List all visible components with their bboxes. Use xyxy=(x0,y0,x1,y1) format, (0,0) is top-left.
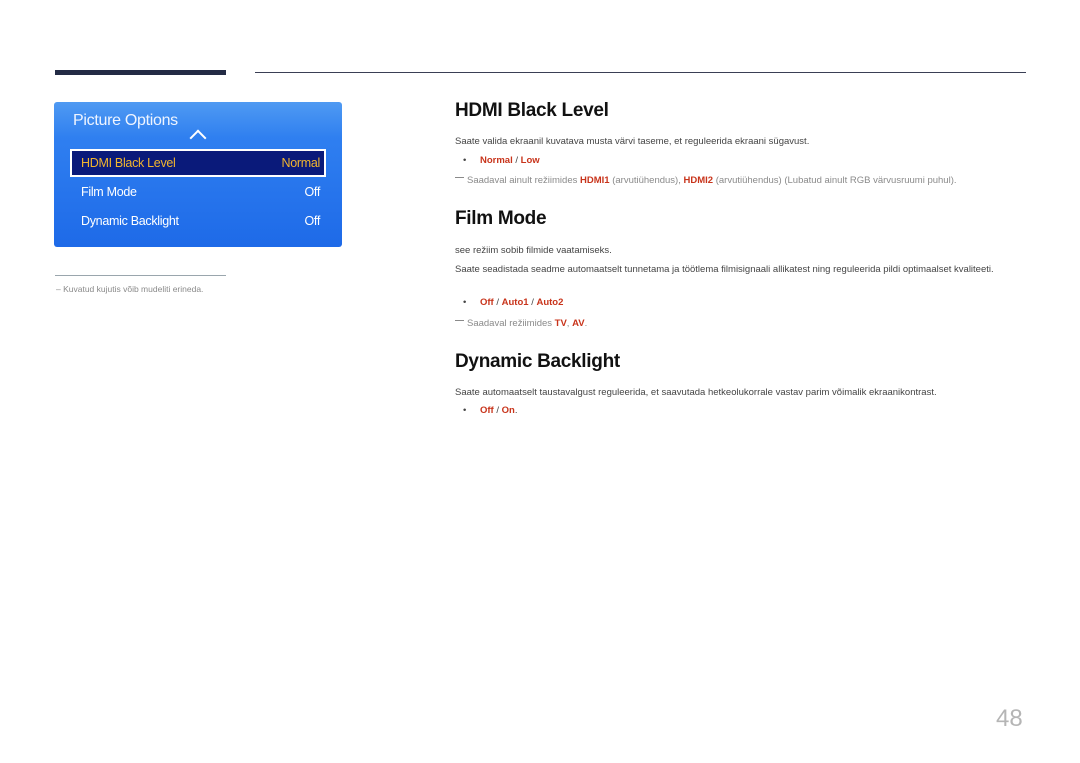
header-rule-thin xyxy=(255,72,1026,73)
section-title-hdmi-black-level: HDMI Black Level xyxy=(455,100,609,121)
menu-item-value: Off xyxy=(304,214,320,228)
film-options: • Off / Auto1 / Auto2 xyxy=(463,297,564,308)
hdmi-options: • Normal / Low xyxy=(463,155,540,166)
note-dash-icon xyxy=(455,320,464,321)
menu-item-film-mode[interactable]: Film Mode Off xyxy=(70,179,326,205)
picture-options-panel: Picture Options HDMI Black Level Normal … xyxy=(54,102,342,247)
bullet-icon: • xyxy=(463,297,467,308)
menu-item-value: Off xyxy=(304,185,320,199)
section-title-film-mode: Film Mode xyxy=(455,208,547,229)
menu-item-label: Film Mode xyxy=(81,185,137,199)
note-dash-icon xyxy=(455,177,464,178)
hdmi-note: Saadaval ainult režiimides HDMI1 (arvuti… xyxy=(455,175,957,186)
panel-title: Picture Options xyxy=(73,112,178,129)
backlight-options: • Off / On. xyxy=(463,405,518,416)
film-description-2: Saate seadistada seadme automaatselt tun… xyxy=(455,264,994,275)
chevron-up-icon[interactable] xyxy=(189,129,207,147)
menu-item-dynamic-backlight[interactable]: Dynamic Backlight Off xyxy=(70,208,326,234)
bullet-icon: • xyxy=(463,405,467,416)
film-note: Saadaval režiimides TV, AV. xyxy=(455,318,587,329)
bullet-icon: • xyxy=(463,155,467,166)
menu-item-hdmi-black-level[interactable]: HDMI Black Level Normal xyxy=(70,149,326,177)
backlight-description: Saate automaatselt taustavalgust regulee… xyxy=(455,387,937,398)
menu-item-label: HDMI Black Level xyxy=(81,156,176,170)
side-note-rule xyxy=(55,275,226,276)
film-description-1: see režiim sobib filmide vaatamiseks. xyxy=(455,245,612,256)
section-title-dynamic-backlight: Dynamic Backlight xyxy=(455,351,620,372)
side-note: – Kuvatud kujutis võib mudeliti erineda. xyxy=(56,284,204,294)
menu-item-label: Dynamic Backlight xyxy=(81,214,179,228)
menu-item-value: Normal xyxy=(281,156,321,170)
header-rule-thick xyxy=(55,70,226,75)
hdmi-description: Saate valida ekraanil kuvatava musta vär… xyxy=(455,136,810,147)
page-number: 48 xyxy=(996,705,1023,732)
